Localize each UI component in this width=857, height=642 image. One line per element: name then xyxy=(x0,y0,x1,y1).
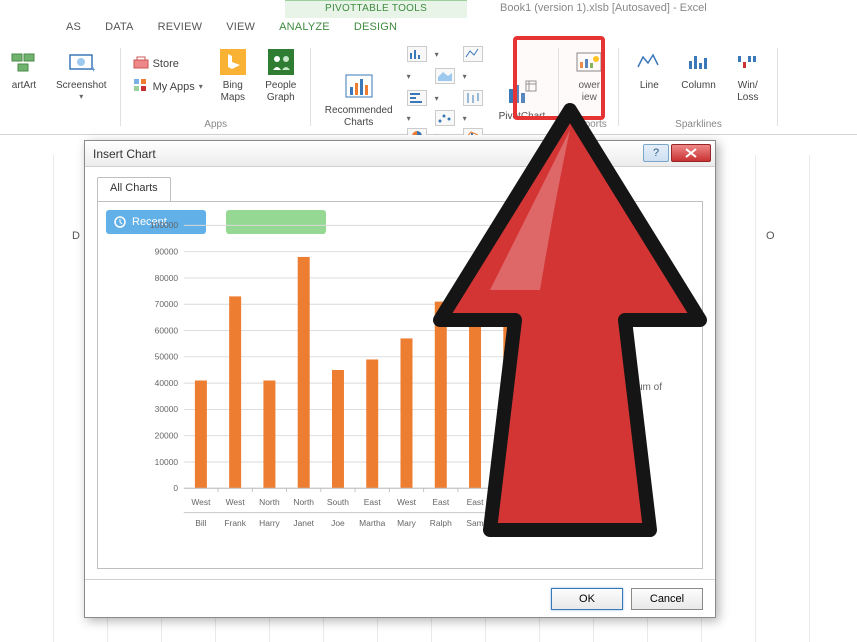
svg-text:Harry: Harry xyxy=(259,518,280,528)
svg-text:60000: 60000 xyxy=(155,325,179,335)
svg-text:Sam: Sam xyxy=(466,518,483,528)
svg-text:South: South xyxy=(498,497,520,507)
tab-all-charts[interactable]: All Charts xyxy=(97,177,171,201)
svg-text:South: South xyxy=(327,497,349,507)
svg-text:West: West xyxy=(397,497,417,507)
chart-svg: 0 10000 20000 30000 40000 50000 60000 70000 8000… xyxy=(106,216,684,554)
svg-text:Bill: Bill xyxy=(195,518,206,528)
svg-text:Joe: Joe xyxy=(331,518,345,528)
svg-text:North: North xyxy=(259,497,280,507)
svg-text:Martha: Martha xyxy=(359,518,386,528)
svg-text:North: North xyxy=(293,497,314,507)
svg-text:West: West xyxy=(226,497,246,507)
svg-text:East: East xyxy=(467,497,485,507)
chart-preview: 0 10000 20000 30000 40000 50000 60000 70000 8000… xyxy=(106,216,684,554)
svg-text:East: East xyxy=(364,497,382,507)
dialog-backdrop: Insert Chart ? All Charts Recent xyxy=(0,0,857,642)
close-button[interactable] xyxy=(671,144,711,162)
svg-text:Frank: Frank xyxy=(224,518,246,528)
svg-text:70000: 70000 xyxy=(155,299,179,309)
help-button[interactable]: ? xyxy=(643,144,669,162)
dialog-title: Insert Chart xyxy=(93,147,156,161)
svg-text:Ralph: Ralph xyxy=(430,518,452,528)
svg-text:0: 0 xyxy=(173,483,178,493)
svg-text:40000: 40000 xyxy=(155,378,179,388)
svg-text:Tom: Tom xyxy=(501,518,517,528)
svg-text:90000: 90000 xyxy=(155,246,179,256)
svg-text:10000: 10000 xyxy=(155,457,179,467)
svg-text:East: East xyxy=(432,497,450,507)
svg-text:20000: 20000 xyxy=(155,431,179,441)
svg-text:100000: 100000 xyxy=(150,220,178,230)
svg-text:West: West xyxy=(191,497,211,507)
svg-text:30000: 30000 xyxy=(155,404,179,414)
cancel-button[interactable]: Cancel xyxy=(631,588,703,610)
svg-text:80000: 80000 xyxy=(155,273,179,283)
svg-text:Janet: Janet xyxy=(293,518,314,528)
insert-chart-dialog: Insert Chart ? All Charts Recent xyxy=(84,140,716,618)
svg-text:50000: 50000 xyxy=(155,352,179,362)
svg-text:Mary: Mary xyxy=(397,518,417,528)
dialog-titlebar[interactable]: Insert Chart ? xyxy=(85,141,715,167)
legend-truncated: um of xyxy=(637,382,662,393)
chart-preview-panel: Recent 010000200003000040000500006000070… xyxy=(97,201,703,569)
dialog-content: All Charts Recent 0100002000030000400005… xyxy=(85,167,715,579)
close-icon xyxy=(684,148,698,158)
dialog-footer: OK Cancel xyxy=(85,579,715,617)
ok-button[interactable]: OK xyxy=(551,588,623,610)
